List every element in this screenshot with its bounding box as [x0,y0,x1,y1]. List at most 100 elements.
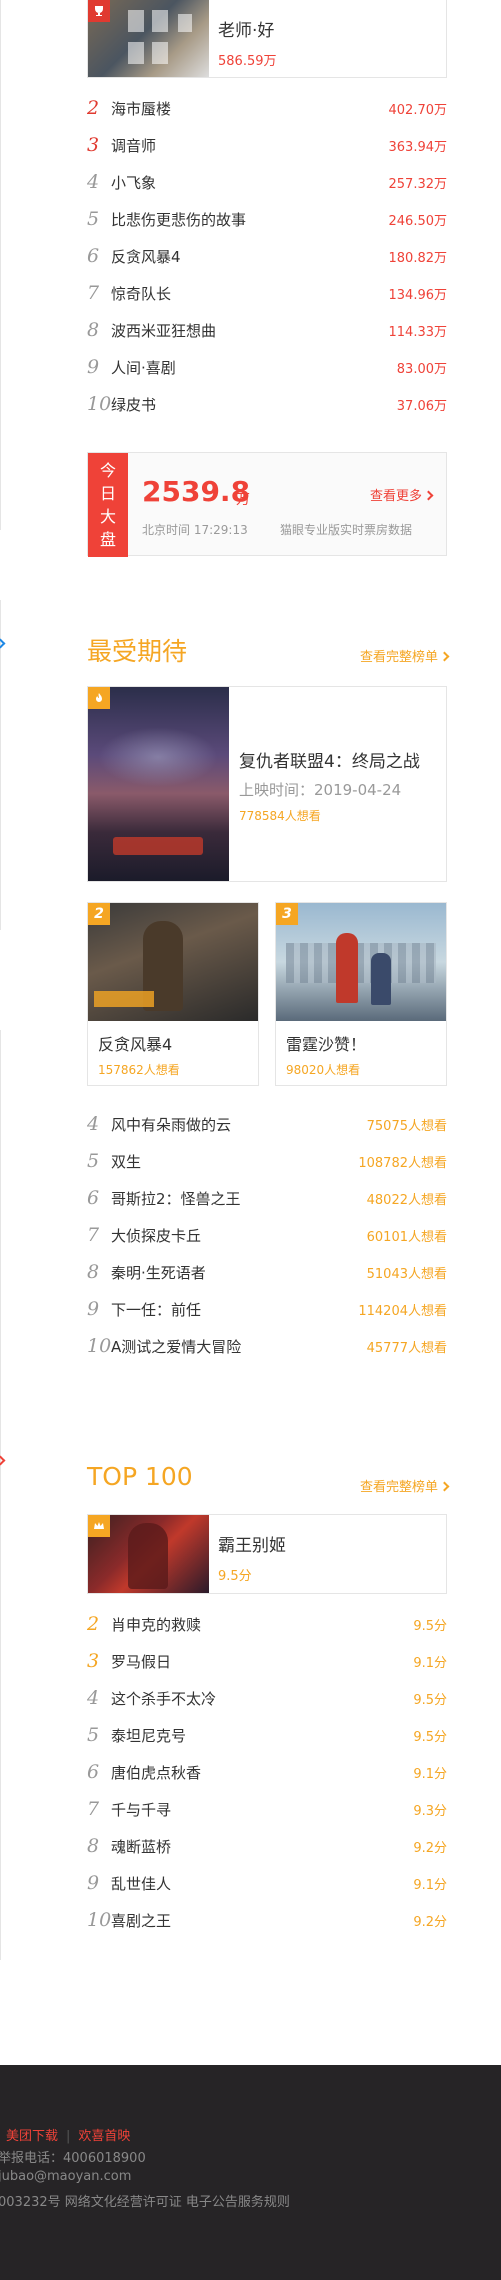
movie-poster [88,687,229,881]
list-item[interactable]: 10 绿皮书 37.06万 [87,392,447,416]
rank-number: 5 [87,1150,100,1172]
footer-link-huanxi[interactable]: 欢喜首映 [78,2129,130,2144]
list-item[interactable]: 3 调音师 363.94万 [87,133,447,157]
movie-name: 哥斯拉2：怪兽之王 [111,1189,241,1208]
rank-number: 3 [87,134,100,156]
list-item[interactable]: 10 喜剧之王 9.2分 [87,1908,447,1932]
movie-name: A测试之爱情大冒险 [111,1337,242,1356]
trophy-badge-icon [88,0,110,22]
edge-arrow-icon[interactable] [0,1455,6,1466]
edge-arrow-icon[interactable] [0,638,6,649]
list-item[interactable]: 6 哥斯拉2：怪兽之王 48022人想看 [87,1186,447,1210]
list-item[interactable]: 4 小飞象 257.32万 [87,170,447,194]
rank-value: 37.06万 [396,398,447,414]
want-count: 778584人想看 [239,809,321,823]
movie-poster [88,903,258,1021]
box-office-amount: 2539.8 [142,475,251,508]
rank-number: 6 [87,1187,100,1209]
list-item[interactable]: 5 比悲伤更悲伤的故事 246.50万 [87,207,447,231]
expected-full-list-link[interactable]: 查看完整榜单 [359,646,450,665]
chevron-right-icon [439,1481,450,1492]
rank-number: 10 [87,1909,112,1931]
movie-name: 人间·喜剧 [111,358,176,377]
movie-name: 惊奇队长 [111,284,172,303]
movie-title: 反贪风暴4 [98,1035,173,1054]
movie-name: 大侦探皮卡丘 [111,1226,202,1245]
expected-featured-card[interactable]: 复仇者联盟4：终局之战 上映时间：2019-04-24 778584人想看 [87,686,447,882]
rank-value: 246.50万 [388,213,448,229]
list-item[interactable]: 7 惊奇队长 134.96万 [87,281,447,305]
movie-name: 反贪风暴4 [111,247,181,266]
box-office-unit: 万 [236,492,250,508]
rank-value: 114204人想看 [358,1303,447,1319]
section-title-expected: 最受期待 [87,637,188,666]
rank-number: 6 [87,1761,100,1783]
rank-value: 9.1分 [413,1655,447,1671]
list-item[interactable]: 7 大侦探皮卡丘 60101人想看 [87,1223,447,1247]
list-item[interactable]: 8 波西米亚狂想曲 114.33万 [87,318,447,342]
expected-card[interactable]: 3 雷霆沙赞！ 98020人想看 [275,902,447,1086]
list-item[interactable]: 4 这个杀手不太冷 9.5分 [87,1686,447,1710]
list-item[interactable]: 2 肖申克的救赎 9.5分 [87,1612,447,1636]
footer-links: 美团下载 | 欢喜首映 [6,2125,130,2144]
release-date: 上映时间：2019-04-24 [239,781,402,799]
movie-poster [276,903,446,1021]
rank-value: 134.96万 [388,287,448,303]
movie-name: 这个杀手不太冷 [111,1689,217,1708]
list-item[interactable]: 6 反贪风暴4 180.82万 [87,244,447,268]
list-item[interactable]: 8 秦明·生死语者 51043人想看 [87,1260,447,1284]
rank-number: 6 [87,245,100,267]
rank-number: 8 [87,1261,100,1283]
rank-number: 3 [87,1650,100,1672]
full-list-label: 查看完整榜单 [359,1480,438,1495]
report-phone: 举报电话：4006018900 [0,2151,146,2166]
rank-number: 8 [87,319,100,341]
rank-badge: 3 [276,903,298,925]
today-label: 今日大盘 [88,453,128,557]
movie-name: 风中有朵雨做的云 [111,1115,232,1134]
rank-value: 9.5分 [413,1618,447,1634]
rank-number: 4 [87,1113,100,1135]
top100-featured-card[interactable]: 霸王别姬 9.5分 [87,1514,447,1594]
movie-name: 泰坦尼克号 [111,1726,187,1745]
movie-name: 小飞象 [111,173,157,192]
view-more-link[interactable]: 查看更多 [370,485,434,504]
rank-value: 9.2分 [413,1914,447,1930]
data-source: 猫眼专业版实时票房数据 [280,523,413,537]
rank-number: 7 [87,282,100,304]
box-office-value: 586.59万 [218,54,277,69]
top100-full-list-link[interactable]: 查看完整榜单 [359,1476,450,1495]
movie-name: 喜剧之王 [111,1911,172,1930]
left-divider [0,600,1,930]
full-list-label: 查看完整榜单 [359,650,438,665]
rank-number: 4 [87,1687,100,1709]
list-item[interactable]: 9 下一任：前任 114204人想看 [87,1297,447,1321]
list-item[interactable]: 3 罗马假日 9.1分 [87,1649,447,1673]
box-ranking-top-card[interactable]: 老师·好 586.59万 [87,0,447,78]
list-item[interactable]: 5 双生 108782人想看 [87,1149,447,1173]
rank-value: 60101人想看 [366,1229,447,1245]
rank-number: 2 [87,1613,100,1635]
movie-name: 罗马假日 [111,1652,172,1671]
rank-number: 7 [87,1798,100,1820]
rank-value: 9.5分 [413,1692,447,1708]
list-item[interactable]: 9 乱世佳人 9.1分 [87,1871,447,1895]
list-item[interactable]: 4 风中有朵雨做的云 75075人想看 [87,1112,447,1136]
chevron-right-icon [423,490,434,501]
list-item[interactable]: 6 唐伯虎点秋香 9.1分 [87,1760,447,1784]
list-item[interactable]: 2 海市蜃楼 402.70万 [87,96,447,120]
want-count: 157862人想看 [98,1063,180,1077]
rank-number: 7 [87,1224,100,1246]
list-item[interactable]: 7 千与千寻 9.3分 [87,1797,447,1821]
list-item[interactable]: 5 泰坦尼克号 9.5分 [87,1723,447,1747]
rank-value: 48022人想看 [366,1192,447,1208]
movie-title: 复仇者联盟4：终局之战 [239,752,420,772]
list-item[interactable]: 9 人间·喜剧 83.00万 [87,355,447,379]
movie-name: 唐伯虎点秋香 [111,1763,202,1782]
movie-title: 霸王别姬 [218,1536,286,1556]
expected-card[interactable]: 2 反贪风暴4 157862人想看 [87,902,259,1086]
movie-name: 绿皮书 [111,395,157,414]
footer-link-meituan[interactable]: 美团下载 [6,2129,58,2144]
list-item[interactable]: 10 A测试之爱情大冒险 45777人想看 [87,1334,447,1358]
list-item[interactable]: 8 魂断蓝桥 9.2分 [87,1834,447,1858]
